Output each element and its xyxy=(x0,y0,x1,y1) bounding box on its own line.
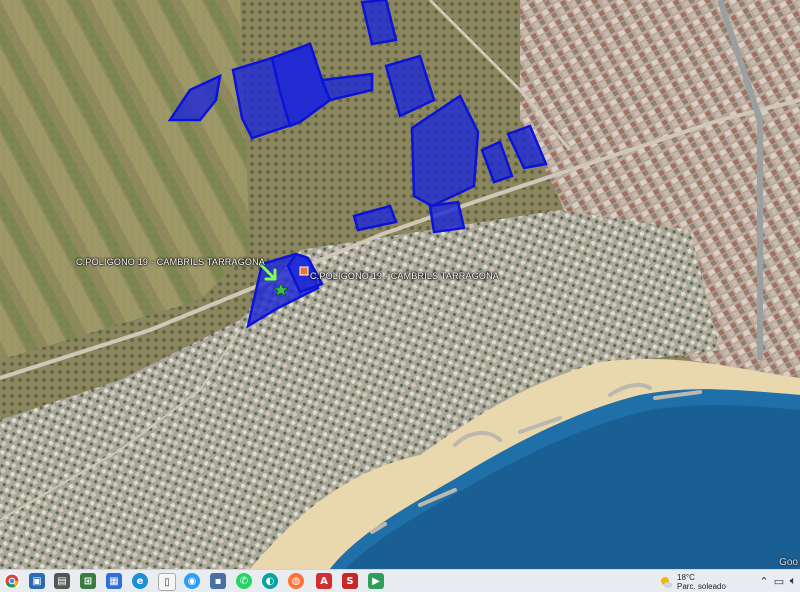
app-icon-2[interactable]: ▣ xyxy=(29,573,45,589)
weather-temperature: 18°C xyxy=(677,573,695,582)
app-icon-15[interactable]: ▶ xyxy=(368,573,384,589)
save-icon[interactable]: ▪ xyxy=(210,573,226,589)
map-attribution: Goo xyxy=(779,557,798,568)
app-icon-8[interactable]: ◉ xyxy=(184,573,200,589)
app-icon-5[interactable]: ▦ xyxy=(106,573,122,589)
satellite-map[interactable]: C.POLIGONO 19 - CAMBRILS TARRAGONA C.POL… xyxy=(0,0,800,569)
partly-sunny-icon xyxy=(661,577,673,588)
app-icon-11[interactable]: ◐ xyxy=(262,573,278,589)
acrobat-icon[interactable]: A xyxy=(316,573,332,589)
weather-condition: Parc. soleado xyxy=(677,582,726,591)
firefox-icon[interactable]: ◍ xyxy=(288,573,304,589)
chevron-up-icon[interactable]: ⌃ xyxy=(757,574,771,588)
network-icon[interactable]: ▭ xyxy=(772,574,786,588)
parcel-label-right: C.POLIGONO 19 - CAMBRILS TARRAGONA xyxy=(310,271,500,281)
windows-taskbar: ▣ ▤ ⊞ ▦ e ▯ ◉ ▪ ✆ ◐ ◍ A S ▶ 18°C Parc. s… xyxy=(0,569,800,592)
volume-icon[interactable]: 🔈︎ xyxy=(786,574,800,588)
parcel-label-left: C.POLIGONO 19 - CAMBRILS TARRAGONA xyxy=(76,257,266,267)
map-imagery xyxy=(0,0,800,569)
app-icon-14[interactable]: S xyxy=(342,573,358,589)
whatsapp-icon[interactable]: ✆ xyxy=(236,573,252,589)
app-icon-4[interactable]: ⊞ xyxy=(80,573,96,589)
app-icon-3[interactable]: ▤ xyxy=(54,573,70,589)
chrome-icon[interactable] xyxy=(4,573,20,589)
file-icon[interactable]: ▯ xyxy=(158,573,176,591)
edge-icon[interactable]: e xyxy=(132,573,148,589)
